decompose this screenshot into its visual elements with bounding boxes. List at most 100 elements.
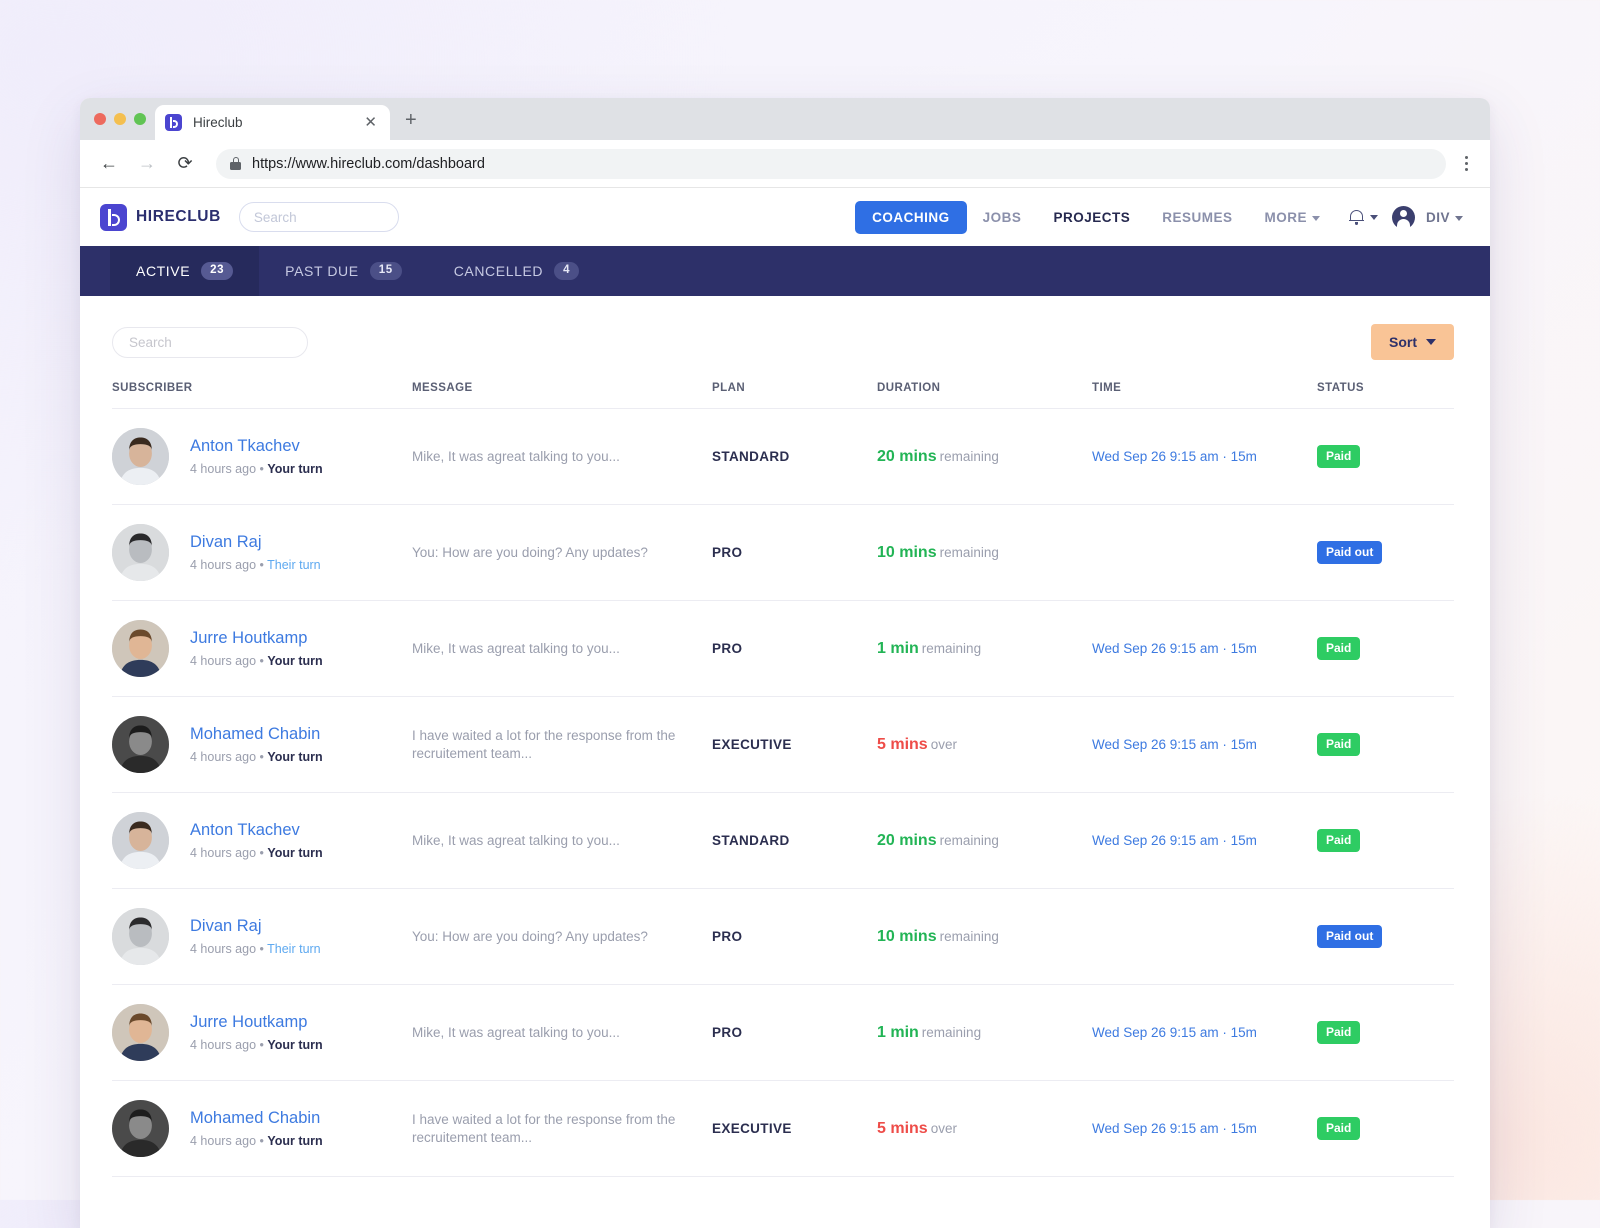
subscriber-meta: 4 hours ago • Your turn [190, 846, 323, 860]
cell-status: Paid [1317, 600, 1454, 697]
cell-duration: 1 min remaining [877, 984, 1092, 1081]
time-ago: 4 hours ago [190, 462, 257, 476]
subscriber-name[interactable]: Mohamed Chabin [190, 1109, 323, 1128]
header-search-input[interactable] [238, 202, 399, 232]
cell-time: Wed Sep 26 9:15 am · 15m [1092, 792, 1317, 889]
plus-icon[interactable]: + [405, 110, 417, 130]
maximize-window-button[interactable] [134, 113, 146, 125]
turn-status: Your turn [267, 1134, 323, 1148]
avatar-image [112, 428, 169, 485]
back-arrow-icon[interactable]: ← [94, 149, 124, 179]
nav-item-more[interactable]: MORE [1248, 201, 1336, 234]
kebab-menu-icon[interactable] [1456, 156, 1476, 171]
close-window-button[interactable] [94, 113, 106, 125]
avatar [112, 1100, 169, 1157]
subscriber-name[interactable]: Jurre Houtkamp [190, 629, 323, 648]
tab-past-due[interactable]: PAST DUE 15 [259, 246, 428, 296]
user-avatar-icon[interactable] [1391, 205, 1415, 230]
window-controls [94, 113, 146, 125]
chevron-down-icon [1311, 215, 1320, 221]
turn-status: Your turn [267, 750, 323, 764]
table-row[interactable]: Mohamed Chabin 4 hours ago • Your turn I h… [112, 696, 1454, 793]
plan-label: PRO [712, 928, 743, 944]
session-time[interactable]: Wed Sep 26 9:15 am · 15m [1092, 737, 1257, 752]
table-row[interactable]: Anton Tkachev 4 hours ago • Your turn Mike… [112, 792, 1454, 889]
hireclub-logo-icon [165, 114, 182, 131]
subscriber-name[interactable]: Divan Raj [190, 533, 321, 552]
brand-logo[interactable]: HIRECLUB [100, 203, 221, 231]
subscriber-meta: 4 hours ago • Your turn [190, 1038, 323, 1052]
chevron-down-icon [1369, 214, 1378, 220]
address-bar[interactable]: https://www.hireclub.com/dashboard [216, 148, 1446, 179]
cell-plan: EXECUTIVE [712, 1080, 877, 1177]
avatar [112, 428, 169, 485]
plan-label: EXECUTIVE [712, 1120, 792, 1136]
avatar [112, 716, 169, 773]
tab-cancelled-count: 4 [554, 262, 580, 280]
status-badge: Paid [1317, 1117, 1361, 1140]
cell-message: Mike, It was agreat talking to you... [412, 600, 712, 697]
cell-time: Wed Sep 26 9:15 am · 15m [1092, 600, 1317, 697]
table-row[interactable]: Mohamed Chabin 4 hours ago • Your turn I h… [112, 1080, 1454, 1177]
cell-message: Mike, It was agreat talking to you... [412, 984, 712, 1081]
message-preview: Mike, It was agreat talking to you... [412, 1024, 620, 1040]
message-preview: I have waited a lot for the response fro… [412, 1111, 676, 1145]
app-header: HIRECLUB COACHING JOBS PROJECTS RESUMES … [80, 188, 1490, 246]
user-menu-button[interactable]: DIV [1426, 210, 1463, 225]
plan-label: PRO [712, 640, 743, 656]
session-time[interactable]: Wed Sep 26 9:15 am · 15m [1092, 1025, 1257, 1040]
cell-duration: 5 mins over [877, 696, 1092, 793]
page-content: Sort SUBSCRIBER MESSAGE PLAN DURATION TI… [80, 296, 1490, 1177]
session-time[interactable]: Wed Sep 26 9:15 am · 15m [1092, 641, 1257, 656]
session-time[interactable]: Wed Sep 26 9:15 am · 15m [1092, 833, 1257, 848]
subscriber-name[interactable]: Mohamed Chabin [190, 725, 323, 744]
cell-message: I have waited a lot for the response fro… [412, 696, 712, 793]
browser-tab[interactable]: Hireclub ✕ [155, 105, 390, 140]
meta-separator: • [256, 1038, 268, 1052]
avatar-image [112, 908, 169, 965]
reload-icon[interactable]: ⟳ [170, 149, 200, 179]
search-input[interactable] [112, 326, 308, 358]
duration-value: 20 mins [877, 831, 937, 849]
session-time[interactable]: Wed Sep 26 9:15 am · 15m [1092, 1121, 1257, 1136]
column-status: STATUS [1317, 382, 1454, 409]
cell-subscriber: Jurre Houtkamp 4 hours ago • Your turn [112, 984, 412, 1081]
turn-status: Your turn [267, 1038, 323, 1052]
duration-word: remaining [921, 640, 982, 656]
table-row[interactable]: Jurre Houtkamp 4 hours ago • Your turn Mik… [112, 600, 1454, 697]
subscriber-name[interactable]: Anton Tkachev [190, 437, 323, 456]
nav-item-coaching[interactable]: COACHING [855, 200, 967, 234]
table-row[interactable]: Divan Raj 4 hours ago • Their turn You: Ho… [112, 888, 1454, 985]
session-time[interactable]: Wed Sep 26 9:15 am · 15m [1092, 449, 1257, 464]
column-subscriber: SUBSCRIBER [112, 382, 412, 409]
cell-status: Paid [1317, 696, 1454, 793]
notifications-button[interactable] [1336, 209, 1384, 226]
duration-value: 5 mins [877, 735, 928, 753]
avatar-image [112, 1100, 169, 1157]
forward-arrow-icon[interactable]: → [132, 149, 162, 179]
subscriber-name[interactable]: Jurre Houtkamp [190, 1013, 323, 1032]
close-icon[interactable]: ✕ [361, 113, 380, 132]
nav-item-jobs[interactable]: JOBS [967, 201, 1038, 234]
status-badge: Paid [1317, 637, 1361, 660]
brand-name: HIRECLUB [136, 208, 221, 225]
table-row[interactable]: Anton Tkachev 4 hours ago • Your turn Mike… [112, 408, 1454, 505]
table-row[interactable]: Jurre Houtkamp 4 hours ago • Your turn Mik… [112, 984, 1454, 1081]
nav-item-projects[interactable]: PROJECTS [1037, 201, 1146, 234]
chevron-down-icon [1455, 215, 1463, 221]
duration-word: remaining [939, 928, 999, 944]
cell-status: Paid [1317, 984, 1454, 1081]
sort-button[interactable]: Sort [1371, 324, 1454, 360]
subscriber-name[interactable]: Anton Tkachev [190, 821, 323, 840]
subscriber-meta: 4 hours ago • Your turn [190, 750, 323, 764]
status-badge: Paid [1317, 445, 1361, 468]
nav-item-resumes[interactable]: RESUMES [1146, 201, 1248, 234]
subscriber-name[interactable]: Divan Raj [190, 917, 321, 936]
table-row[interactable]: Divan Raj 4 hours ago • Their turn You: Ho… [112, 504, 1454, 601]
minimize-window-button[interactable] [114, 113, 126, 125]
tab-cancelled[interactable]: CANCELLED 4 [428, 246, 605, 296]
cell-plan: STANDARD [712, 792, 877, 889]
tab-active[interactable]: ACTIVE 23 [110, 246, 260, 296]
nav-item-more-label: MORE [1264, 209, 1307, 225]
tab-active-count: 23 [201, 262, 234, 280]
